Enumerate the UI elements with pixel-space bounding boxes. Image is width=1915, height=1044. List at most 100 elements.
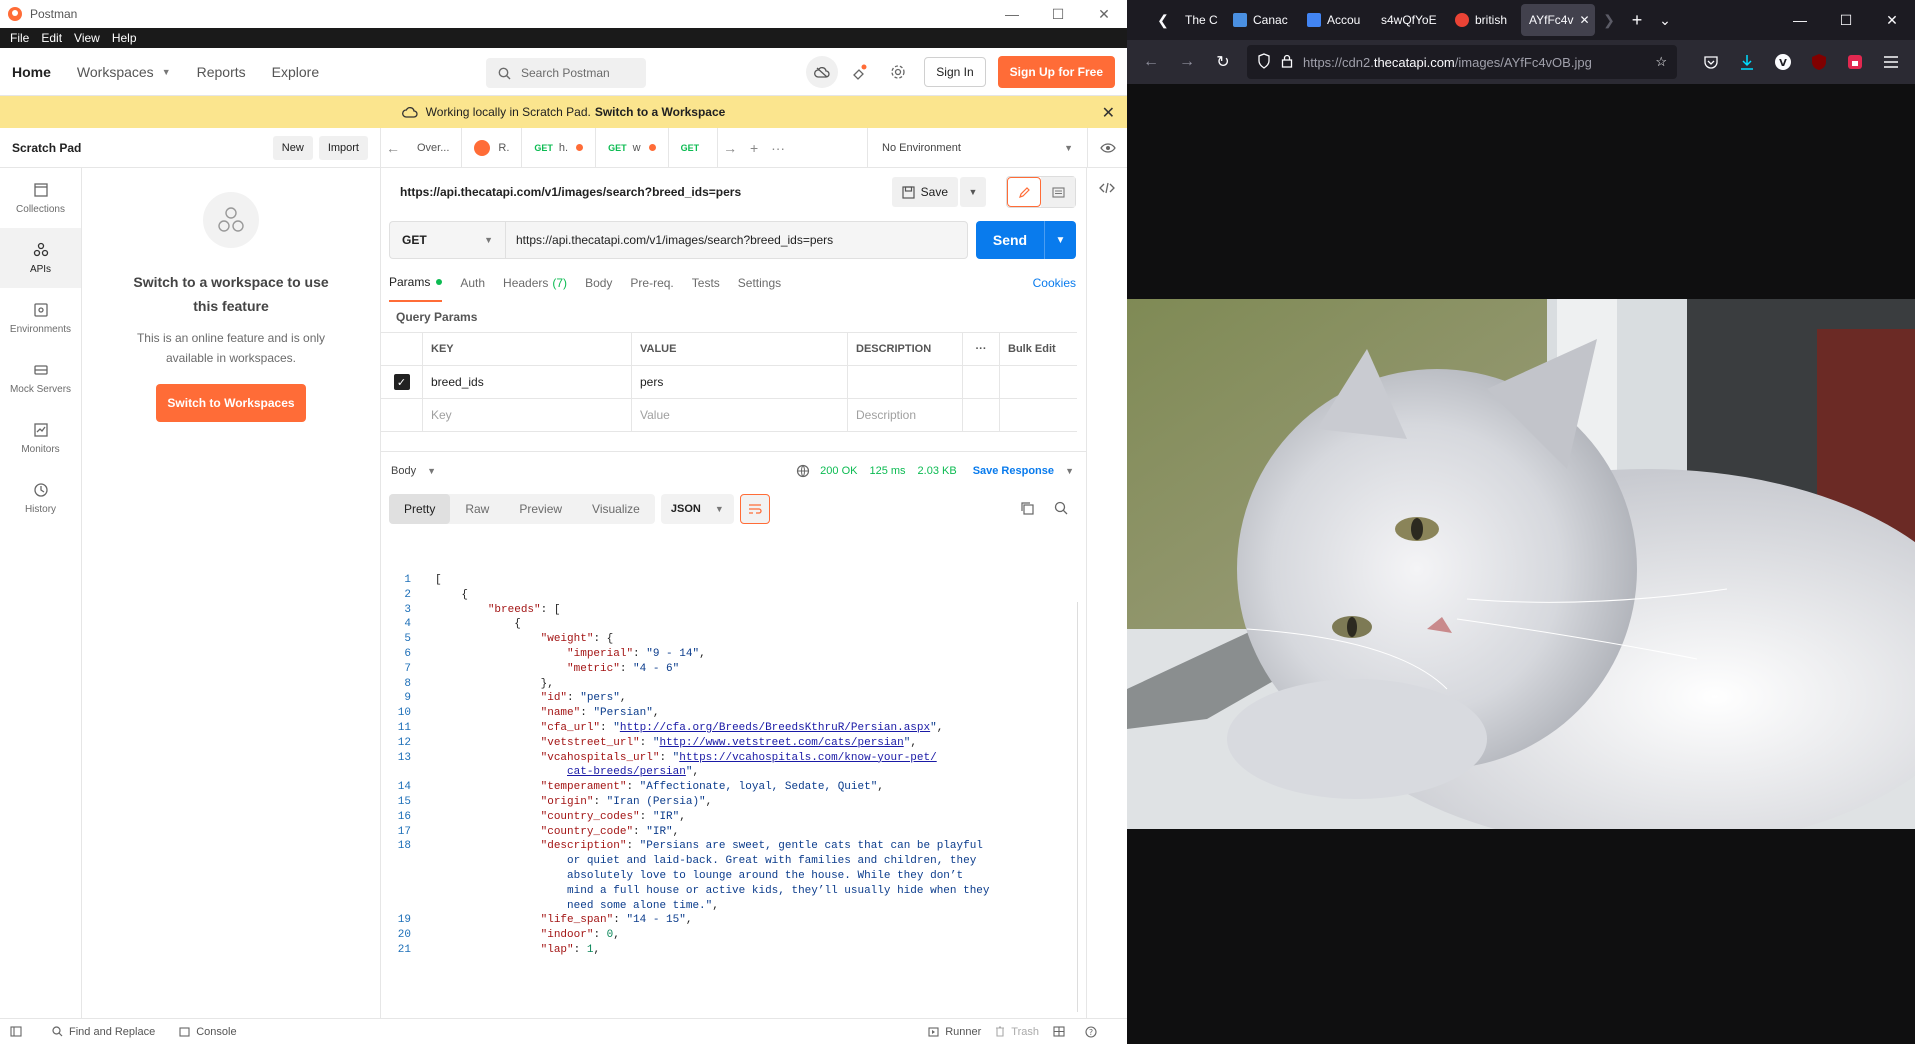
sidebar-item-apis[interactable]: APIs <box>0 228 81 288</box>
address-bar[interactable]: https://cdn2. thecatapi.com/images/AYfFc4… <box>1247 45 1677 79</box>
sidebar-item-history[interactable]: History <box>0 468 81 528</box>
arrow-right-icon[interactable]: → <box>718 140 742 156</box>
sidebar-item-environments[interactable]: Environments <box>0 288 81 348</box>
menu-edit[interactable]: Edit <box>35 31 68 45</box>
new-button[interactable]: New <box>272 135 313 160</box>
more-icon[interactable]: ··· <box>766 140 790 156</box>
list-tabs-icon[interactable]: ⌄ <box>1651 12 1679 29</box>
toggle-sidebar-icon[interactable] <box>10 1026 28 1037</box>
response-body-select[interactable]: Body ▼ <box>391 465 436 477</box>
browser-tab-active[interactable]: AYfFc4v ✕ <box>1521 4 1595 36</box>
minimize-button[interactable]: — <box>989 0 1035 28</box>
browser-tab-1[interactable]: The C <box>1177 4 1225 36</box>
param-key[interactable]: breed_ids <box>423 366 632 398</box>
send-dropdown-button[interactable]: ▼ <box>1044 221 1076 259</box>
description-placeholder[interactable]: Description <box>848 399 963 431</box>
save-button[interactable]: Save <box>891 177 958 207</box>
documentation-icon[interactable] <box>1041 177 1075 207</box>
save-response-button[interactable]: Save Response ▼ <box>973 465 1074 477</box>
ublock-icon[interactable] <box>1801 53 1837 71</box>
response-body-code[interactable]: 1[2 {3 "breeds": [4 {5 "weight": {6 "imp… <box>381 573 1086 1012</box>
bookmark-star-icon[interactable]: ☆ <box>1655 54 1667 70</box>
cookies-link[interactable]: Cookies <box>1033 276 1076 290</box>
download-icon[interactable] <box>1729 54 1765 70</box>
eye-icon[interactable] <box>1087 127 1127 168</box>
tab-params[interactable]: Params <box>389 264 443 302</box>
sidebar-item-monitors[interactable]: Monitors <box>0 408 81 468</box>
menu-file[interactable]: File <box>4 31 35 45</box>
sidebar-item-collections[interactable]: Collections <box>0 168 81 228</box>
environment-select[interactable]: No Environment ▼ <box>867 127 1087 168</box>
maximize-button[interactable]: ☐ <box>1823 12 1869 29</box>
request-name[interactable]: https://api.thecatapi.com/v1/images/sear… <box>400 185 741 199</box>
value-placeholder[interactable]: Value <box>632 399 848 431</box>
tab-request-h[interactable]: GET h. <box>522 127 597 168</box>
add-tab-icon[interactable]: + <box>742 140 766 156</box>
more-icon[interactable]: ··· <box>963 333 1000 365</box>
satellite-icon[interactable] <box>844 56 876 88</box>
browser-tab-4[interactable]: s4wQfYoE <box>1373 4 1447 36</box>
settings-gear-icon[interactable] <box>882 56 914 88</box>
tab-scroll-left-icon[interactable]: ❮ <box>1149 12 1177 29</box>
tab-scroll-right-icon[interactable]: ❯ <box>1595 12 1623 29</box>
param-value[interactable]: pers <box>632 366 848 398</box>
sidebar-item-mock-servers[interactable]: Mock Servers <box>0 348 81 408</box>
switch-to-workspaces-button[interactable]: Switch to Workspaces <box>156 384 306 422</box>
wrap-lines-icon[interactable] <box>739 494 770 524</box>
close-tab-icon[interactable]: ✕ <box>1579 13 1589 27</box>
sign-up-button[interactable]: Sign Up for Free <box>997 55 1115 88</box>
maximize-button[interactable]: ☐ <box>1035 0 1081 28</box>
code-snippet-icon[interactable] <box>1099 182 1115 1018</box>
tab-settings[interactable]: Settings <box>738 264 781 302</box>
view-pretty[interactable]: Pretty <box>389 494 451 524</box>
tab-request-active[interactable]: GET <box>669 127 719 168</box>
arrow-left-icon[interactable]: ← <box>381 140 405 156</box>
tab-body[interactable]: Body <box>585 264 612 302</box>
tab-headers[interactable]: Headers (7) <box>503 264 567 302</box>
search-icon[interactable] <box>1054 501 1068 518</box>
view-raw[interactable]: Raw <box>450 494 504 524</box>
method-select[interactable]: GET ▼ <box>389 221 505 259</box>
browser-tab-5[interactable]: british <box>1447 4 1521 36</box>
nav-home[interactable]: Home <box>12 64 51 80</box>
tab-auth[interactable]: Auth <box>460 264 485 302</box>
tab-prereq[interactable]: Pre-req. <box>630 264 673 302</box>
pocket-icon[interactable] <box>1693 55 1729 69</box>
menu-help[interactable]: Help <box>106 31 143 45</box>
browser-tab-3[interactable]: Accou <box>1299 4 1373 36</box>
url-input[interactable] <box>505 221 968 259</box>
nav-reports[interactable]: Reports <box>197 64 246 80</box>
param-checkbox[interactable]: ✓ <box>393 374 410 390</box>
tab-runner[interactable]: R. <box>462 127 523 168</box>
copy-icon[interactable] <box>1020 501 1034 518</box>
reload-icon[interactable]: ↻ <box>1205 52 1241 72</box>
import-button[interactable]: Import <box>318 135 368 160</box>
close-window-button[interactable]: ✕ <box>1081 0 1127 28</box>
help-icon[interactable]: ? <box>1085 1025 1103 1038</box>
forward-icon[interactable]: → <box>1169 53 1205 71</box>
extension-lock-icon[interactable] <box>1837 54 1873 70</box>
browser-tab-2[interactable]: Canac <box>1225 4 1299 36</box>
trash-button[interactable]: Trash <box>995 1026 1039 1038</box>
layout-icon[interactable] <box>1053 1026 1071 1037</box>
cloud-sync-icon[interactable] <box>806 55 839 88</box>
key-placeholder[interactable]: Key <box>423 399 632 431</box>
new-tab-icon[interactable]: + <box>1623 10 1651 31</box>
edit-pencil-icon[interactable] <box>1007 177 1041 207</box>
console-button[interactable]: Console <box>179 1026 237 1038</box>
tab-tests[interactable]: Tests <box>692 264 720 302</box>
search-input[interactable]: Search Postman <box>486 58 646 88</box>
param-description[interactable] <box>848 366 963 398</box>
find-replace-button[interactable]: Find and Replace <box>52 1026 155 1038</box>
bulk-edit-button[interactable]: Bulk Edit <box>1000 333 1077 365</box>
send-button[interactable]: Send <box>976 221 1044 259</box>
format-select[interactable]: JSON ▼ <box>660 494 734 524</box>
minimize-button[interactable]: — <box>1777 12 1823 29</box>
tab-request-w[interactable]: GET w <box>596 127 669 168</box>
tab-overview[interactable]: Over... <box>405 127 463 168</box>
close-icon[interactable]: ✕ <box>1102 103 1115 123</box>
view-preview[interactable]: Preview <box>504 494 577 524</box>
menu-view[interactable]: View <box>68 31 106 45</box>
extension-v-icon[interactable]: V <box>1765 53 1801 71</box>
nav-workspaces[interactable]: Workspaces ▼ <box>77 64 171 80</box>
